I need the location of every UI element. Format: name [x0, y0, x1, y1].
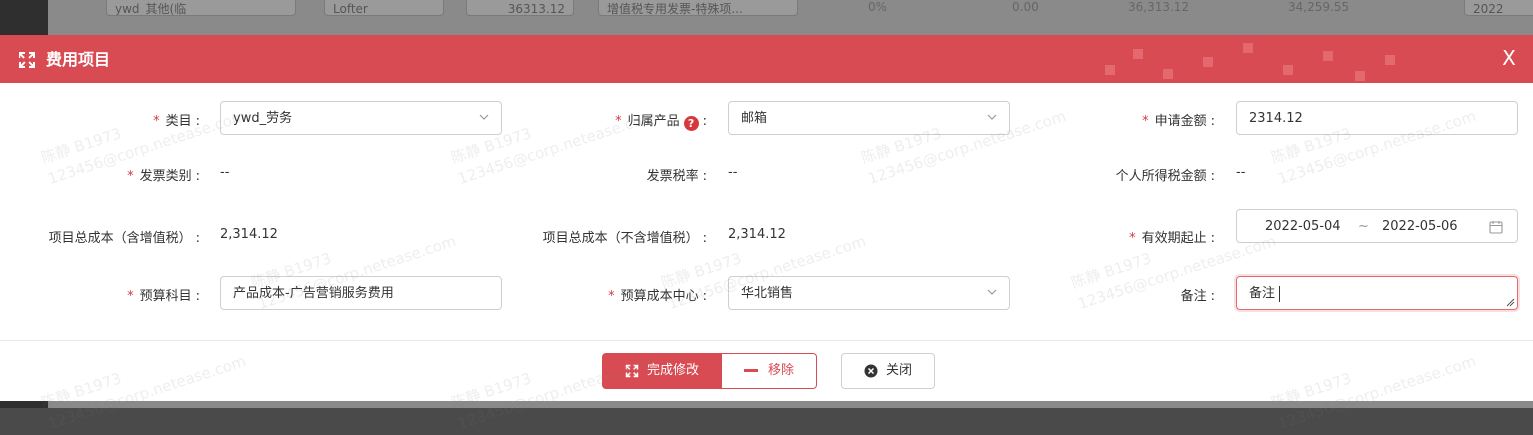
close-circle-icon — [864, 364, 878, 377]
background-category-field: ywd_其他(临 — [106, 0, 296, 16]
done-button[interactable]: 完成修改 — [602, 353, 722, 389]
tax-rate-value: -- — [728, 165, 738, 180]
close-icon[interactable]: X — [1499, 48, 1519, 68]
amount-value: 2314.12 — [1249, 111, 1303, 126]
background-tax: 0.00 — [1012, 0, 1039, 14]
product-value: 邮箱 — [741, 111, 768, 126]
required-mark: * — [1129, 231, 1136, 246]
budget-center-select[interactable]: 华北销售 — [728, 276, 1010, 310]
amount-label: * 申请金额: — [1142, 114, 1215, 129]
invoice-type-label: * 发票类别: — [127, 169, 200, 184]
end-date[interactable]: 2022-05-06 — [1382, 210, 1458, 244]
expand-icon[interactable] — [18, 51, 36, 69]
product-select[interactable]: 邮箱 — [728, 101, 1010, 135]
date-separator: ~ — [1358, 219, 1369, 234]
validity-label: * 有效期起止: — [1129, 231, 1215, 246]
required-mark: * — [1142, 114, 1149, 129]
date-range-picker[interactable]: 2022-05-04 ~ 2022-05-06 — [1236, 209, 1518, 243]
remove-button-label: 移除 — [767, 363, 794, 378]
invoice-type-value: -- — [220, 165, 230, 180]
done-button-label: 完成修改 — [646, 363, 699, 378]
close-button[interactable]: 关闭 — [841, 353, 935, 389]
total-without-tax-label: 项目总成本（不含增值税）: — [542, 231, 707, 246]
tax-rate-label: 发票税率: — [646, 169, 707, 184]
total-with-tax-value: 2,314.12 — [220, 227, 278, 242]
remark-value: 备注 — [1249, 286, 1276, 301]
category-label: * 类目: — [153, 114, 200, 129]
expand-icon — [625, 364, 639, 377]
calendar-icon[interactable] — [1489, 220, 1503, 234]
start-date[interactable]: 2022-05-04 — [1265, 210, 1341, 244]
background-date-field: 2022 — [1464, 0, 1533, 16]
minus-icon — [743, 369, 758, 372]
category-value: ywd_劳务 — [233, 111, 293, 126]
help-icon[interactable]: ? — [683, 116, 699, 131]
product-label: * 归属产品?: — [615, 114, 707, 131]
modal-header: 费用项目 X — [0, 35, 1533, 83]
remark-label: 备注: — [1180, 289, 1215, 304]
amount-input[interactable]: 2314.12 — [1236, 101, 1518, 135]
budget-subject-value: 产品成本-广告营销服务费用 — [233, 286, 394, 301]
header-decoration — [1093, 35, 1413, 83]
chevron-down-icon — [987, 289, 997, 295]
total-without-tax-value: 2,314.12 — [728, 227, 786, 242]
background-net: 34,259.55 — [1288, 0, 1350, 14]
budget-center-value: 华北销售 — [741, 286, 794, 301]
modal-footer: 完成修改 移除 关闭 — [0, 340, 1533, 402]
background-amount-field: 36313.12 — [466, 0, 574, 16]
budget-center-label: * 预算成本中心: — [608, 289, 707, 304]
resize-handle-icon[interactable] — [1505, 297, 1515, 307]
chevron-down-icon — [987, 114, 997, 120]
background-total: 36,313.12 — [1128, 0, 1190, 14]
chevron-down-icon — [479, 114, 489, 120]
required-mark: * — [608, 289, 615, 304]
remark-textarea[interactable]: 备注 — [1236, 276, 1518, 310]
income-tax-value: -- — [1236, 165, 1246, 180]
modal-title: 费用项目 — [46, 50, 111, 69]
total-with-tax-label: 项目总成本（含增值税）: — [48, 231, 200, 246]
background-invoice-field: 增值税专用发票-特殊项... — [598, 0, 798, 16]
text-cursor — [1279, 286, 1280, 302]
close-button-label: 关闭 — [885, 363, 912, 378]
modal-body: * 类目: ywd_劳务 * 归属产品?: 邮箱 * 申请金额: 2314.12 * 发… — [0, 83, 1533, 341]
background-table-row: ywd_其他(临 Lofter 36313.12 增值税专用发票-特殊项... … — [48, 0, 1533, 30]
background-product-field: Lofter — [324, 0, 444, 16]
income-tax-label: 个人所得税金额: — [1115, 169, 1215, 184]
background-rate: 0% — [868, 0, 888, 14]
expense-item-modal: 费用项目 X * 类目: ywd_劳务 * 归属产品?: 邮箱 * 申请金额: 231… — [0, 35, 1533, 401]
required-mark: * — [153, 114, 160, 129]
budget-subject-input[interactable]: 产品成本-广告营销服务费用 — [220, 276, 502, 310]
budget-subject-label: * 预算科目: — [127, 289, 200, 304]
required-mark: * — [127, 289, 134, 304]
required-mark: * — [127, 169, 134, 184]
category-select[interactable]: ywd_劳务 — [220, 101, 502, 135]
required-mark: * — [615, 114, 622, 129]
remove-button[interactable]: 移除 — [722, 353, 817, 389]
